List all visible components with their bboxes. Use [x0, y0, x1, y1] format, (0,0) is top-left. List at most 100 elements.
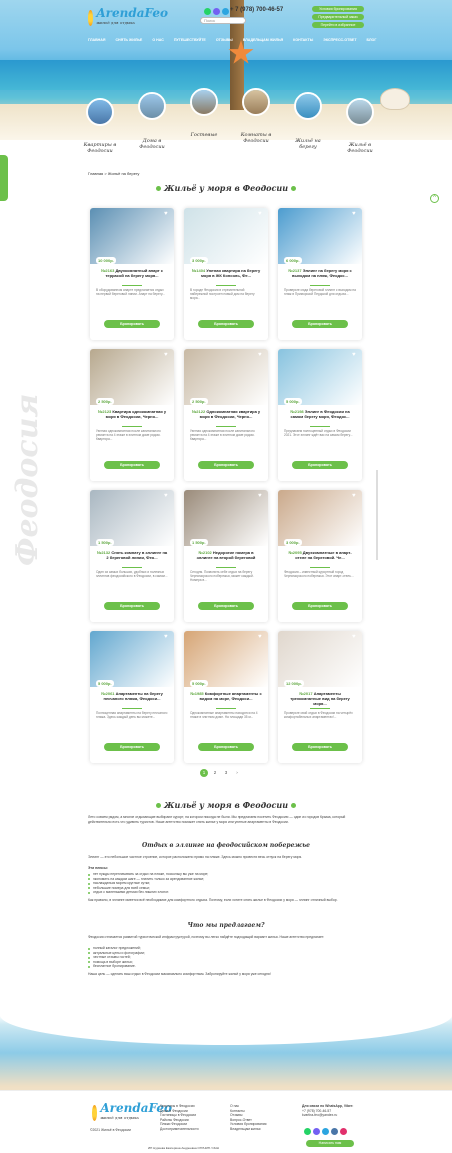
booking-terms-button[interactable]: Условия бронирования	[312, 6, 364, 12]
listing-photo[interactable]: ♥ 5 000р.	[90, 631, 174, 687]
listing-card[interactable]: ♥ 6 000р. №2137 Эллинг на берегу моря с вы…	[278, 208, 362, 340]
listing-name[interactable]: №2017 Апартаменты трехкомнатные вид на б…	[284, 691, 356, 706]
favorite-heart-icon[interactable]: ♥	[352, 634, 358, 640]
favorites-button[interactable]: Перейти в избранное	[312, 22, 364, 28]
footer-link[interactable]: Владельцам жилья	[230, 1127, 267, 1132]
book-button[interactable]: Бронировать	[104, 743, 160, 751]
viber-icon[interactable]	[213, 8, 220, 15]
listing-name[interactable]: №2061 Апартаменты на берегу песчаного пл…	[96, 691, 168, 706]
book-button[interactable]: Бронировать	[104, 461, 160, 469]
listing-name[interactable]: №2095 Двухкомнатные в апарт-отеле на бер…	[284, 550, 356, 565]
whatsapp-icon[interactable]	[304, 1128, 311, 1135]
listing-name[interactable]: №1985 Комфортные апартаменты с видом на …	[190, 691, 262, 706]
listing-photo[interactable]: ♥ 12 000р.	[278, 631, 362, 687]
listing-card[interactable]: ♥ 2 500р. №2122 Однокомнатная квартира у м…	[184, 349, 268, 481]
book-button[interactable]: Бронировать	[198, 461, 254, 469]
nav-item[interactable]: ПУТЕШЕСТВУЙТЕ	[174, 38, 206, 42]
nav-item[interactable]: ВЛАДЕЛЬЦАМ ЖИЛЬЯ	[243, 38, 283, 42]
listing-photo[interactable]: ♥ 1 500р.	[184, 490, 268, 546]
book-button[interactable]: Бронировать	[104, 320, 160, 328]
listing-name[interactable]: №2132 Снять комнату в эллинге на 2 берег…	[96, 550, 168, 565]
category-shore[interactable]	[294, 92, 322, 120]
category-houses[interactable]	[138, 92, 166, 120]
listing-photo[interactable]: ♥ 3 000р.	[184, 208, 268, 264]
viber-icon[interactable]	[313, 1128, 320, 1135]
scroll-up-icon[interactable]: ^	[430, 194, 439, 203]
instagram-icon[interactable]	[340, 1128, 347, 1135]
listing-card[interactable]: ♥ 5 000р. №2061 Апартаменты на берегу песч…	[90, 631, 174, 763]
listing-card[interactable]: ♥ 1 500р. №2102 Недорогие номера в эллинге…	[184, 490, 268, 622]
category-guesthouses[interactable]	[190, 88, 218, 116]
listing-card[interactable]: ♥ 12 000р. №2017 Апартаменты трехкомнатные…	[278, 631, 362, 763]
nav-item[interactable]: СНЯТЬ ЖИЛЬЕ	[115, 38, 142, 42]
listing-photo[interactable]: ♥ 10 000р.	[90, 208, 174, 264]
book-button[interactable]: Бронировать	[292, 320, 348, 328]
favorite-heart-icon[interactable]: ♥	[164, 634, 170, 640]
favorite-heart-icon[interactable]: ♥	[164, 493, 170, 499]
listing-photo[interactable]: ♥ 2 500р.	[90, 349, 174, 405]
listing-card[interactable]: ♥ 1 500р. №2132 Снять комнату в эллинге на…	[90, 490, 174, 622]
listing-name[interactable]: №2123 Квартира однокомнатная у моря в Фе…	[96, 409, 168, 424]
book-button[interactable]: Бронировать	[292, 743, 348, 751]
favorite-heart-icon[interactable]: ♥	[258, 634, 264, 640]
book-button[interactable]: Бронировать	[198, 320, 254, 328]
telegram-icon[interactable]	[322, 1128, 329, 1135]
listing-card[interactable]: ♥ 2 500р. №2123 Квартира однокомнатная у м…	[90, 349, 174, 481]
nav-item[interactable]: КОНТАКТЫ	[293, 38, 313, 42]
listing-photo[interactable]: ♥ 3 000р.	[278, 490, 362, 546]
listing-card[interactable]: ♥ 10 000р. №2163 Двухкомнатный апарт с тер…	[90, 208, 174, 340]
listing-name[interactable]: №2198 Эллинг в Феодосии на самом берегу …	[284, 409, 356, 424]
listing-name[interactable]: №2102 Недорогие номера в эллинге на втор…	[190, 550, 262, 565]
page-link[interactable]: 2	[211, 769, 219, 777]
page-link[interactable]: 1	[200, 769, 208, 777]
favorite-heart-icon[interactable]: ♥	[352, 493, 358, 499]
telegram-icon[interactable]	[222, 8, 229, 15]
write-us-button[interactable]: Написать нам	[306, 1140, 354, 1147]
favorite-heart-icon[interactable]: ♥	[258, 493, 264, 499]
listing-photo[interactable]: ♥ 1 500р.	[90, 490, 174, 546]
header-phone[interactable]: + 7 (978) 700-46-57	[230, 7, 283, 13]
book-button[interactable]: Бронировать	[104, 602, 160, 610]
book-button[interactable]: Бронировать	[292, 602, 348, 610]
listing-name[interactable]: №1404 Уютная квартира на берегу моря в Ж…	[190, 268, 262, 283]
nav-item[interactable]: ЭКСПРЕСС-ОТВЕТ	[323, 38, 356, 42]
book-button[interactable]: Бронировать	[292, 461, 348, 469]
vk-icon[interactable]	[331, 1128, 338, 1135]
favorite-heart-icon[interactable]: ♥	[352, 352, 358, 358]
favorite-heart-icon[interactable]: ♥	[164, 211, 170, 217]
breadcrumb[interactable]: Главная > Жильё на берегу	[88, 171, 139, 176]
listing-photo[interactable]: ♥ 5 000р.	[278, 349, 362, 405]
book-button[interactable]: Бронировать	[198, 602, 254, 610]
listing-card[interactable]: ♥ 5 000р. №1985 Комфортные апартаменты с в…	[184, 631, 268, 763]
listing-card[interactable]: ♥ 5 000р. №2198 Эллинг в Феодосии на самом…	[278, 349, 362, 481]
search-input[interactable]: Поиск	[200, 17, 246, 24]
page-link[interactable]: 3	[222, 769, 230, 777]
nav-item[interactable]: ГЛАВНАЯ	[88, 38, 105, 42]
favorite-heart-icon[interactable]: ♥	[164, 352, 170, 358]
category-rooms[interactable]	[242, 88, 270, 116]
nav-item[interactable]: ОТЗЫВЫ	[216, 38, 233, 42]
footer-link[interactable]: Квартиры в Феодосии	[160, 1104, 199, 1109]
listing-card[interactable]: ♥ 3 000р. №1404 Уютная квартира на берегу …	[184, 208, 268, 340]
listing-card[interactable]: ♥ 3 000р. №2095 Двухкомнатные в апарт-отел…	[278, 490, 362, 622]
favorite-heart-icon[interactable]: ♥	[352, 211, 358, 217]
nav-item[interactable]: БЛОГ	[367, 38, 377, 42]
next-page-link[interactable]: ›	[233, 769, 241, 777]
favorite-heart-icon[interactable]: ♥	[258, 352, 264, 358]
category-feodosia[interactable]	[346, 98, 374, 126]
listing-photo[interactable]: ♥ 2 500р.	[184, 349, 268, 405]
contact-email[interactable]: kvartira-feo@yandex.ru	[302, 1113, 353, 1118]
listing-name[interactable]: №2163 Двухкомнатный апарт с террасой на …	[96, 268, 168, 283]
logo[interactable]: ArendaFeo жильё для отдыха	[88, 7, 168, 29]
preorder-button[interactable]: Предварительный заказ	[312, 14, 364, 20]
favorite-heart-icon[interactable]: ♥	[258, 211, 264, 217]
listing-photo[interactable]: ♥ 6 000р.	[278, 208, 362, 264]
listing-name[interactable]: №2137 Эллинг на берегу моря с выходом на…	[284, 268, 356, 283]
nav-item[interactable]: О НАС	[152, 38, 164, 42]
listing-photo[interactable]: ♥ 5 000р.	[184, 631, 268, 687]
listing-name[interactable]: №2122 Однокомнатная квартира у моря в Фе…	[190, 409, 262, 424]
footer-link[interactable]: Достопримечательности	[160, 1127, 199, 1132]
category-apartments[interactable]	[86, 98, 114, 126]
book-button[interactable]: Бронировать	[198, 743, 254, 751]
side-badge[interactable]	[0, 155, 8, 201]
